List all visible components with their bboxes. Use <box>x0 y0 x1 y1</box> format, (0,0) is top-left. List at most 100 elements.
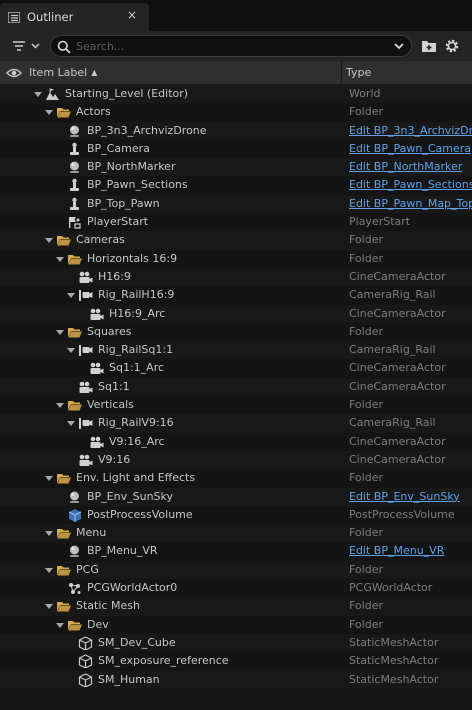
tree-row[interactable]: BP_Top_Pawn Edit BP_Pawn_Map_Top <box>0 194 472 214</box>
cine-camera-icon <box>79 271 93 283</box>
tree-row[interactable]: PostProcessVolume PostProcessVolume <box>0 505 472 525</box>
edit-blueprint-link[interactable]: Edit BP_Pawn_Camera <box>349 140 472 158</box>
row-label: V9:16_Arc <box>109 434 165 448</box>
tree-row[interactable]: H16:9_Arc CineCameraActor <box>0 304 472 323</box>
visibility-eye-icon[interactable] <box>6 67 22 79</box>
type-column-header[interactable]: Type <box>346 66 371 79</box>
tree-row[interactable]: V9:16_Arc CineCameraActor <box>0 432 472 451</box>
tree-row[interactable]: Rig_RailV9:16 CameraRig_Rail <box>0 414 472 433</box>
tree-row[interactable]: Sq1:1 CineCameraActor <box>0 377 472 397</box>
tree-row[interactable]: Starting_Level (Editor) World <box>0 85 472 104</box>
row-type: Folder <box>349 251 383 265</box>
row-label: Horizontals 16:9 <box>87 251 178 265</box>
item-label-column-header[interactable]: Item Label ▲ <box>29 66 97 79</box>
expand-arrow-icon[interactable] <box>45 531 53 537</box>
tree-row[interactable]: Menu Folder <box>0 524 472 543</box>
row-type: World <box>349 87 381 100</box>
row-label: Menu <box>76 526 107 540</box>
row-type: CineCameraActor <box>349 361 446 375</box>
tree-row[interactable]: Rig_RailH16:9 CameraRig_Rail <box>0 286 472 305</box>
filter-icon[interactable] <box>11 38 45 54</box>
camera-rig-icon <box>79 345 93 357</box>
tree-row[interactable]: Sq1:1_Arc CineCameraActor <box>0 359 472 378</box>
edit-blueprint-link[interactable]: Edit BP_3n3_ArchvizDrone <box>349 122 472 140</box>
row-type: CineCameraActor <box>349 306 446 320</box>
search-input[interactable] <box>76 38 376 54</box>
row-label: SM_Dev_Cube <box>98 635 176 649</box>
tree-row[interactable]: SM_Dev_Cube StaticMeshActor <box>0 633 472 653</box>
expand-arrow-icon[interactable] <box>34 92 42 97</box>
tree-row[interactable]: BP_NorthMarker Edit BP_NorthMarker <box>0 158 472 177</box>
row-type: CameraRig_Rail <box>349 343 436 357</box>
tree-row[interactable]: PlayerStart PlayerStart <box>0 213 472 232</box>
column-header: Item Label ▲ Type <box>0 61 472 85</box>
edit-blueprint-link[interactable]: Edit BP_Pawn_Sections <box>349 176 472 194</box>
tree-row[interactable]: Static Mesh Folder <box>0 597 472 616</box>
camera-rig-icon <box>79 290 93 302</box>
tree-row[interactable]: Verticals Folder <box>0 396 472 415</box>
cine-camera-icon <box>79 454 93 466</box>
row-type: Folder <box>349 617 383 631</box>
expand-arrow-icon[interactable] <box>45 238 53 244</box>
tree-row[interactable]: BP_3n3_ArchvizDrone Edit BP_3n3_ArchvizDr… <box>0 121 472 140</box>
close-icon[interactable]: × <box>127 8 137 22</box>
search-box[interactable] <box>50 35 412 57</box>
expand-arrow-icon[interactable] <box>45 110 53 116</box>
expand-arrow-icon[interactable] <box>67 421 75 427</box>
tab-bar: Outliner × <box>0 0 472 31</box>
level-icon <box>46 88 59 100</box>
tree-row[interactable]: Dev Folder <box>0 615 472 634</box>
row-label: PlayerStart <box>87 215 149 229</box>
tab-outliner[interactable]: Outliner × <box>0 3 149 31</box>
sort-ascending-icon: ▲ <box>91 68 98 77</box>
tree-row[interactable]: Cameras Folder <box>0 231 472 250</box>
tree-row[interactable]: BP_Env_SunSky Edit BP_Env_SunSky <box>0 487 472 506</box>
settings-icon[interactable] <box>444 38 460 54</box>
tree-row[interactable]: PCG Folder <box>0 560 472 580</box>
tree-row[interactable]: BP_Camera Edit BP_Pawn_Camera <box>0 139 472 159</box>
column-divider[interactable] <box>341 61 342 85</box>
tree-row[interactable]: PCGWorldActor0 PCGWorldActor <box>0 579 472 598</box>
tree-row[interactable]: Rig_RailSq1:1 CameraRig_Rail <box>0 341 472 360</box>
folder-open-icon <box>57 108 71 118</box>
row-type: Folder <box>349 599 383 613</box>
row-type: Folder <box>349 526 383 540</box>
tree-row[interactable]: Actors Folder <box>0 103 472 122</box>
row-label: V9:16 <box>98 452 131 466</box>
expand-arrow-icon[interactable] <box>67 348 75 354</box>
row-type: Folder <box>349 562 383 576</box>
chevron-down-icon[interactable] <box>393 41 405 51</box>
edit-blueprint-link[interactable]: Edit BP_NorthMarker <box>349 158 472 176</box>
expand-arrow-icon[interactable] <box>56 403 64 409</box>
add-folder-icon[interactable] <box>421 38 437 54</box>
tree-row[interactable]: SM_exposure_reference StaticMeshActor <box>0 652 472 671</box>
tree-row[interactable]: V9:16 CineCameraActor <box>0 450 472 470</box>
row-label: BP_3n3_ArchvizDrone <box>87 123 207 137</box>
tree-row[interactable]: H16:9 CineCameraActor <box>0 267 472 287</box>
expand-arrow-icon[interactable] <box>67 293 75 299</box>
edit-blueprint-link[interactable]: Edit BP_Menu_VR <box>349 542 472 560</box>
row-label: SM_exposure_reference <box>98 654 229 668</box>
row-type: PostProcessVolume <box>349 507 455 521</box>
camera-rig-icon <box>79 418 93 430</box>
tree-row[interactable]: Squares Folder <box>0 322 472 342</box>
expand-arrow-icon[interactable] <box>56 256 64 262</box>
tree-row[interactable]: SM_Human StaticMeshActor <box>0 670 472 689</box>
edit-blueprint-link[interactable]: Edit BP_Env_SunSky <box>349 488 472 506</box>
cine-camera-icon <box>79 381 93 393</box>
tree-row[interactable]: Horizontals 16:9 Folder <box>0 249 472 268</box>
post-process-icon <box>68 508 82 522</box>
folder-open-icon <box>57 602 71 612</box>
expand-arrow-icon[interactable] <box>45 567 53 573</box>
tree-row[interactable]: BP_Menu_VR Edit BP_Menu_VR <box>0 542 472 561</box>
expand-arrow-icon[interactable] <box>56 329 64 335</box>
expand-arrow-icon[interactable] <box>45 604 53 610</box>
row-label: BP_NorthMarker <box>87 160 176 174</box>
edit-blueprint-link[interactable]: Edit BP_Pawn_Map_Top <box>349 195 472 213</box>
item-label-header-text: Item Label <box>29 66 88 79</box>
tree-row[interactable]: BP_Pawn_Sections Edit BP_Pawn_Sections <box>0 176 472 195</box>
tree-row[interactable]: Env. Light and Effects Folder <box>0 469 472 488</box>
expand-arrow-icon[interactable] <box>45 476 53 482</box>
expand-arrow-icon[interactable] <box>56 622 64 628</box>
row-type: Folder <box>349 471 383 485</box>
